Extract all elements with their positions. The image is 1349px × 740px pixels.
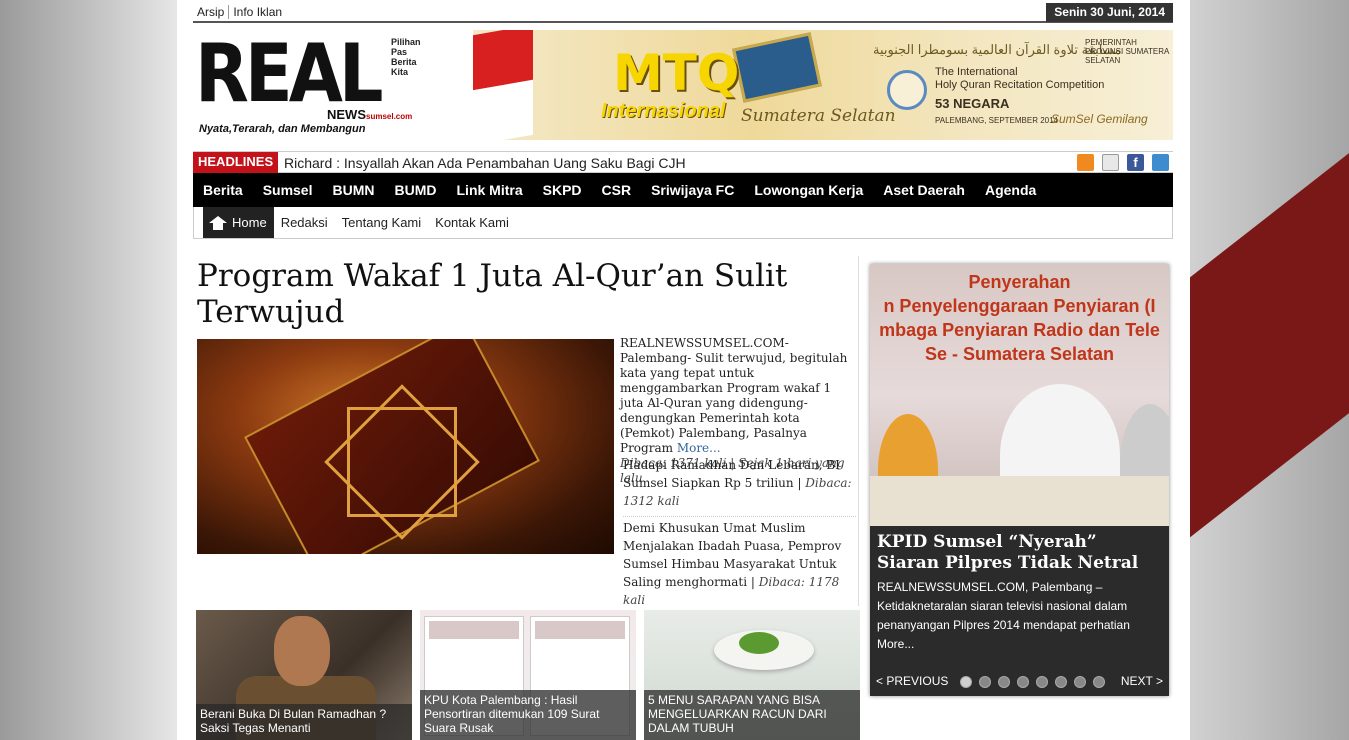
thumb-caption[interactable]: Berani Buka Di Bulan Ramadhan ? Saksi Te… <box>196 704 412 740</box>
twitter-icon[interactable] <box>1152 154 1169 171</box>
headlines-bar: HEADLINES Richard : Insyallah Akan Ada P… <box>193 151 1173 173</box>
sub-nav: Home Redaksi Tentang Kami Kontak Kami <box>193 207 1173 239</box>
related-article: Hadapi Ramadhan Dan Lebaran, BI Sumsel S… <box>623 456 856 517</box>
slider-dot[interactable] <box>1093 676 1105 688</box>
read-more-link[interactable]: More... <box>677 441 721 455</box>
home-link[interactable]: Home <box>203 207 274 238</box>
logo-news-text: NEWS <box>327 107 366 122</box>
redaksi-link[interactable]: Redaksi <box>274 215 335 230</box>
logo-side-line: Berita <box>391 57 417 67</box>
background-stripe <box>1169 106 1349 554</box>
nav-item-skpd[interactable]: SKPD <box>533 182 592 198</box>
slide-banner-line: Penyerahan <box>968 272 1071 292</box>
banner-palembang: PALEMBANG, SEPTEMBER 2014 <box>935 116 1059 125</box>
ornament-icon <box>347 407 457 517</box>
slider-prev-button[interactable]: < PREVIOUS <box>876 674 948 688</box>
banner-int-title: The International Holy Quran Recitation … <box>935 66 1104 92</box>
thumb-caption[interactable]: KPU Kota Palembang : Hasil Pensortiran d… <box>420 690 636 740</box>
banner-mtq: MTQ <box>613 44 740 102</box>
logo-side-line: Pas <box>391 47 408 57</box>
mtq-banner-ad[interactable]: MTQ Internasional Sumatera Selatan مسابق… <box>473 30 1173 140</box>
logo-news: NEWSsumsel.com <box>327 107 412 122</box>
nav-item-sumsel[interactable]: Sumsel <box>253 182 323 198</box>
nav-item-bumn[interactable]: BUMN <box>323 182 385 198</box>
article-title[interactable]: Program Wakaf 1 Juta Al-Qur’an Sulit Ter… <box>197 258 837 330</box>
banner-prov: PEMERINTAH PROVINSI SUMATERA SELATAN <box>1085 38 1169 65</box>
headlines-label: HEADLINES <box>193 152 279 173</box>
logo-domain: sumsel.com <box>366 112 413 121</box>
nav-item-csr[interactable]: CSR <box>592 182 642 198</box>
rss-icon[interactable] <box>1077 154 1094 171</box>
thumbnail-row: Berani Buka Di Bulan Ramadhan ? Saksi Te… <box>193 610 860 740</box>
nav-item-agenda[interactable]: Agenda <box>975 182 1046 198</box>
facebook-icon[interactable]: f <box>1127 154 1144 171</box>
banner-negara: 53 NEGARA <box>935 96 1010 111</box>
logo-side-text: Pilihan Pas Berita Kita <box>391 37 421 77</box>
nav-item-link-mitra[interactable]: Link Mitra <box>447 182 533 198</box>
nav-item-bumd[interactable]: BUMD <box>385 182 447 198</box>
thumb-card[interactable]: Berani Buka Di Bulan Ramadhan ? Saksi Te… <box>196 610 412 740</box>
thumb-card[interactable]: 5 MENU SARAPAN YANG BISA MENGELUARKAN RA… <box>644 610 860 740</box>
slider-nav: < PREVIOUS NEXT > <box>870 666 1169 696</box>
related-article: Demi Khusukan Umat Muslim Menjalakan Iba… <box>623 519 856 615</box>
banner-int-line: The International <box>935 66 1018 78</box>
slide-text: REALNEWSSUMSEL.COM, Palembang – Ketidakn… <box>877 580 1130 651</box>
home-icon <box>209 215 227 230</box>
site-logo[interactable]: REAL Pilihan Pas Berita Kita NEWSsumsel.… <box>195 33 435 143</box>
banner-sub2: Sumatera Selatan <box>741 106 896 126</box>
nav-item-sriwijaya-fc[interactable]: Sriwijaya FC <box>641 182 744 198</box>
tentang-kami-link[interactable]: Tentang Kami <box>335 215 429 230</box>
slide-table <box>870 476 1169 526</box>
slider-dot[interactable] <box>1074 676 1086 688</box>
archive-link[interactable]: Arsip <box>193 5 230 19</box>
article-image[interactable] <box>197 339 614 554</box>
flag-white-icon <box>473 79 533 140</box>
main-nav: Berita Sumsel BUMN BUMD Link Mitra SKPD … <box>193 173 1173 207</box>
headline-ticker-link[interactable]: Richard : Insyallah Akan Ada Penambahan … <box>284 155 686 171</box>
slide-image[interactable]: Penyerahan n Penyelenggaraan Penyiaran (… <box>870 264 1169 526</box>
thumb-image <box>274 616 330 686</box>
thumb-caption[interactable]: 5 MENU SARAPAN YANG BISA MENGELUARKAN RA… <box>644 690 860 740</box>
logo-tagline: Nyata,Terarah, dan Membangun <box>199 123 366 135</box>
slide-title[interactable]: KPID Sumsel “Nyerah” Siaran Pilpres Tida… <box>877 532 1162 574</box>
nav-item-berita[interactable]: Berita <box>193 182 253 198</box>
slide-banner-line: n Penyelenggaraan Penyiaran (I <box>883 296 1156 316</box>
current-date: Senin 30 Juni, 2014 <box>1046 3 1173 22</box>
kontak-kami-link[interactable]: Kontak Kami <box>428 215 516 230</box>
banner-sub: Internasional <box>601 100 726 122</box>
slide-banner-line: mbaga Penyiaran Radio dan Tele <box>879 320 1160 340</box>
thumb-image <box>739 632 779 654</box>
news-slider: Penyerahan n Penyelenggaraan Penyiaran (… <box>870 264 1169 696</box>
top-links: Arsip Info Iklan <box>193 5 286 19</box>
slider-dot[interactable] <box>979 676 991 688</box>
slider-dot[interactable] <box>1017 676 1029 688</box>
slide-banner-text: Penyerahan n Penyelenggaraan Penyiaran (… <box>870 270 1169 366</box>
related-separator: | <box>747 575 759 589</box>
nav-item-aset-daerah[interactable]: Aset Daerah <box>873 182 975 198</box>
ad-info-link[interactable]: Info Iklan <box>229 5 286 19</box>
nav-item-lowongan-kerja[interactable]: Lowongan Kerja <box>744 182 873 198</box>
article-excerpt-text: REALNEWSSUMSEL.COM- Palembang- Sulit ter… <box>620 336 848 455</box>
logo-side-line: Kita <box>391 67 409 77</box>
slider-dot[interactable] <box>1036 676 1048 688</box>
emblem-icon <box>887 70 927 110</box>
page: Arsip Info Iklan Senin 30 Juni, 2014 REAL… <box>177 0 1190 740</box>
social-icons: f <box>1077 154 1169 171</box>
related-separator: | <box>793 476 806 490</box>
home-label: Home <box>232 215 267 230</box>
thumb-card[interactable]: KPU Kota Palembang : Hasil Pensortiran d… <box>420 610 636 740</box>
mail-icon[interactable] <box>1102 154 1119 171</box>
slide-banner-line: Se - Sumatera Selatan <box>924 344 1115 364</box>
slider-dots <box>960 676 1105 688</box>
featured-section: Program Wakaf 1 Juta Al-Qur’an Sulit Ter… <box>193 256 859 607</box>
banner-int-line: Holy Quran Recitation Competition <box>935 79 1105 91</box>
quran-icon <box>732 32 822 103</box>
banner-gemilang: SumSel Gemilang <box>1051 112 1148 126</box>
slider-next-button[interactable]: NEXT > <box>1121 674 1163 688</box>
slider-dot[interactable] <box>998 676 1010 688</box>
slider-dot[interactable] <box>960 676 972 688</box>
logo-side-line: Pilihan <box>391 37 421 47</box>
top-bar: Arsip Info Iklan Senin 30 Juni, 2014 <box>193 3 1173 23</box>
slider-dot[interactable] <box>1055 676 1067 688</box>
